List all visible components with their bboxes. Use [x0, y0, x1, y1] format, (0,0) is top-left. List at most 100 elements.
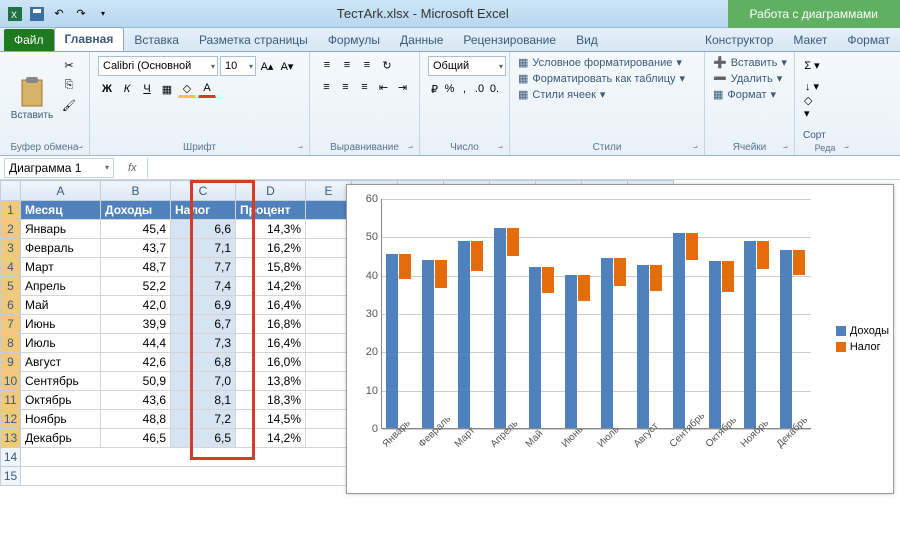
copy-icon[interactable]: ⎘: [60, 76, 78, 94]
row-header-1[interactable]: 1: [1, 201, 21, 220]
cell-A1[interactable]: Месяц: [21, 201, 101, 220]
col-header-B[interactable]: B: [101, 181, 171, 201]
align-bottom-icon[interactable]: ≡: [358, 56, 376, 74]
cell-A9[interactable]: Август: [21, 353, 101, 372]
cell-D2[interactable]: 14,3%: [236, 220, 306, 239]
indent-decrease-icon[interactable]: ⇤: [375, 78, 392, 96]
redo-icon[interactable]: ↷: [72, 5, 90, 23]
format-cells-button[interactable]: ▦Формат ▾: [713, 88, 786, 101]
chart-bar-tax[interactable]: [578, 275, 590, 301]
chart-bar-group[interactable]: [744, 241, 769, 428]
underline-button[interactable]: Ч: [138, 80, 156, 98]
chart-bar-tax[interactable]: [757, 241, 769, 269]
chart-bar-group[interactable]: [601, 258, 626, 428]
cell-B6[interactable]: 42,0: [101, 296, 171, 315]
chart-bar-tax[interactable]: [650, 265, 662, 291]
row-header-14[interactable]: 14: [1, 448, 21, 467]
fill-color-button[interactable]: ◇: [178, 80, 196, 98]
row-header-15[interactable]: 15: [1, 467, 21, 486]
comma-icon[interactable]: ,: [458, 80, 471, 98]
align-right-icon[interactable]: ≡: [356, 78, 373, 96]
row-header-11[interactable]: 11: [1, 391, 21, 410]
cell-A10[interactable]: Сентябрь: [21, 372, 101, 391]
cell-B8[interactable]: 44,4: [101, 334, 171, 353]
cell-C5[interactable]: 7,4: [171, 277, 236, 296]
row-header-9[interactable]: 9: [1, 353, 21, 372]
chart-bar-income[interactable]: [386, 254, 398, 428]
cell-A4[interactable]: Март: [21, 258, 101, 277]
row-header-6[interactable]: 6: [1, 296, 21, 315]
percent-icon[interactable]: %: [443, 80, 456, 98]
chart-bar-tax[interactable]: [435, 260, 447, 287]
cell-C11[interactable]: 8,1: [171, 391, 236, 410]
chart-bar-group[interactable]: [422, 260, 447, 428]
chart-bar-group[interactable]: [673, 233, 698, 428]
undo-icon[interactable]: ↶: [50, 5, 68, 23]
tab-home[interactable]: Главная: [54, 27, 125, 51]
col-header-D[interactable]: D: [236, 181, 306, 201]
cell-B1[interactable]: Доходы: [101, 201, 171, 220]
row-header-8[interactable]: 8: [1, 334, 21, 353]
cell-B5[interactable]: 52,2: [101, 277, 171, 296]
row-header-5[interactable]: 5: [1, 277, 21, 296]
bold-button[interactable]: Ж: [98, 80, 116, 98]
cell-C9[interactable]: 6,8: [171, 353, 236, 372]
cell-D12[interactable]: 14,5%: [236, 410, 306, 429]
cell-A13[interactable]: Декабрь: [21, 429, 101, 448]
cell-D5[interactable]: 14,2%: [236, 277, 306, 296]
delete-cells-button[interactable]: ➖Удалить ▾: [713, 72, 786, 85]
increase-decimal-icon[interactable]: .0: [473, 80, 486, 98]
tab-chart-design[interactable]: Конструктор: [695, 29, 783, 51]
chart-bar-group[interactable]: [637, 265, 662, 428]
cell-B7[interactable]: 39,9: [101, 315, 171, 334]
chart-bar-tax[interactable]: [722, 261, 734, 292]
chart-bar-income[interactable]: [601, 258, 613, 428]
currency-icon[interactable]: ₽: [428, 80, 441, 98]
cell-A7[interactable]: Июнь: [21, 315, 101, 334]
cell-B9[interactable]: 42,6: [101, 353, 171, 372]
row-header-10[interactable]: 10: [1, 372, 21, 391]
cell-B11[interactable]: 43,6: [101, 391, 171, 410]
cell-A3[interactable]: Февраль: [21, 239, 101, 258]
cell-B4[interactable]: 48,7: [101, 258, 171, 277]
cell-C2[interactable]: 6,6: [171, 220, 236, 239]
font-name-combo[interactable]: Calibri (Основной: [98, 56, 218, 76]
fill-icon[interactable]: ↓ ▾: [803, 77, 821, 95]
chart-bar-group[interactable]: [529, 267, 554, 428]
chart-bar-tax[interactable]: [793, 250, 805, 275]
shrink-font-icon[interactable]: A▾: [278, 57, 296, 75]
cell-B3[interactable]: 43,7: [101, 239, 171, 258]
align-top-icon[interactable]: ≡: [318, 56, 336, 74]
chart-bar-tax[interactable]: [542, 267, 554, 293]
tab-insert[interactable]: Вставка: [124, 29, 189, 51]
cell-A8[interactable]: Июль: [21, 334, 101, 353]
tab-data[interactable]: Данные: [390, 29, 453, 51]
italic-button[interactable]: К: [118, 80, 136, 98]
cell-C8[interactable]: 7,3: [171, 334, 236, 353]
chart-bar-group[interactable]: [780, 250, 805, 428]
decrease-decimal-icon[interactable]: 0.: [488, 80, 501, 98]
cell-B2[interactable]: 45,4: [101, 220, 171, 239]
autosum-icon[interactable]: Σ ▾: [803, 56, 821, 74]
clear-icon[interactable]: ◇ ▾: [803, 98, 821, 116]
row-header-13[interactable]: 13: [1, 429, 21, 448]
cell-D3[interactable]: 16,2%: [236, 239, 306, 258]
chart-bar-income[interactable]: [780, 250, 792, 428]
cell-B12[interactable]: 48,8: [101, 410, 171, 429]
chart-bar-income[interactable]: [422, 260, 434, 428]
cell-D8[interactable]: 16,4%: [236, 334, 306, 353]
chart-bar-group[interactable]: [494, 228, 519, 428]
fx-icon[interactable]: fx: [118, 158, 148, 178]
format-as-table-button[interactable]: ▦Форматировать как таблицу ▾: [518, 72, 696, 85]
cell-D1[interactable]: Процент: [236, 201, 306, 220]
cell-D6[interactable]: 16,4%: [236, 296, 306, 315]
cell-C10[interactable]: 7,0: [171, 372, 236, 391]
sort-filter-button[interactable]: Сорт: [803, 130, 847, 141]
cell-A12[interactable]: Ноябрь: [21, 410, 101, 429]
cell-C4[interactable]: 7,7: [171, 258, 236, 277]
chart-bar-group[interactable]: [458, 241, 483, 428]
cell-D13[interactable]: 14,2%: [236, 429, 306, 448]
cell-styles-button[interactable]: ▦Стили ячеек ▾: [518, 88, 696, 101]
cell-C1[interactable]: Налог: [171, 201, 236, 220]
orientation-icon[interactable]: ↻: [378, 56, 396, 74]
